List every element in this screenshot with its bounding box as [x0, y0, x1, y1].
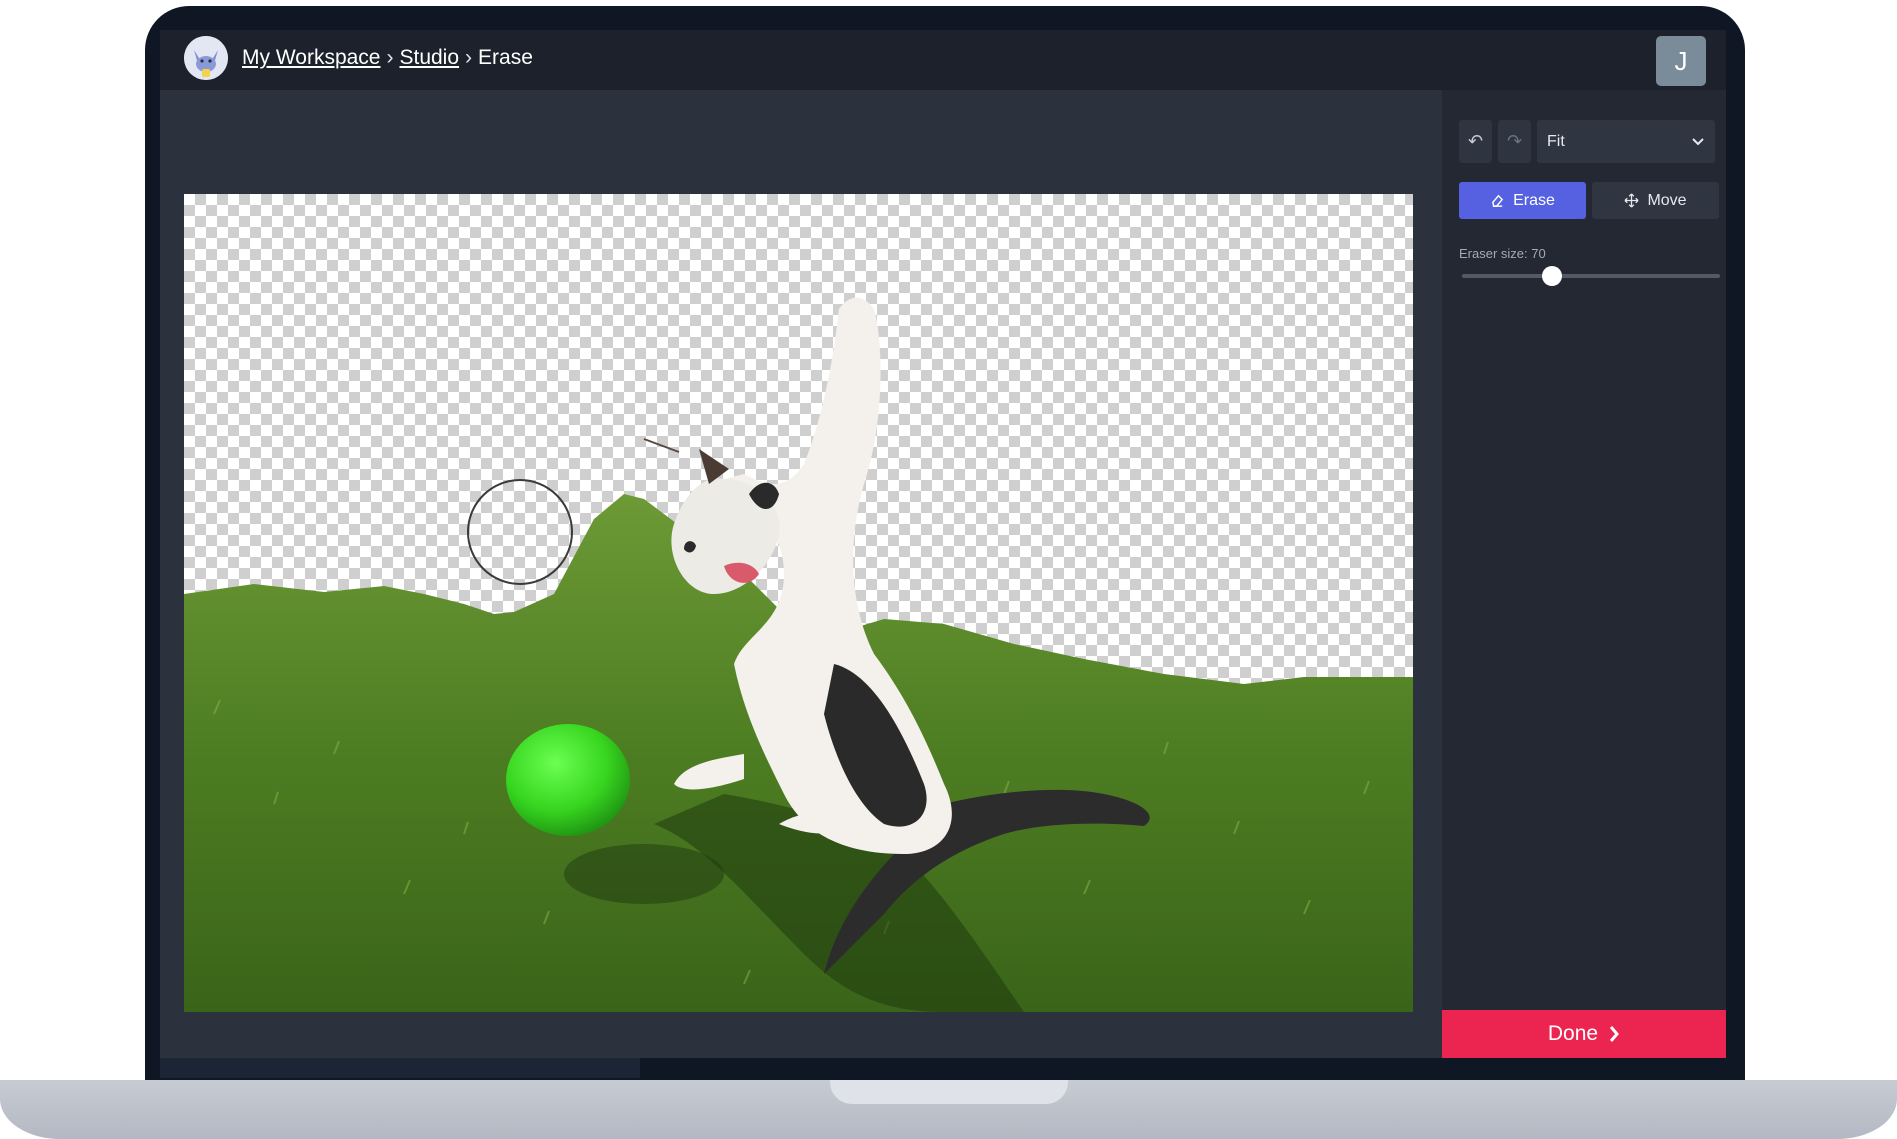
eraser-cursor [467, 479, 573, 585]
top-bar: My Workspace › Studio › Erase J [160, 30, 1726, 90]
mode-toggle: Erase Move [1459, 182, 1719, 219]
breadcrumb-separator: › [386, 46, 394, 69]
zoom-select-value: Fit [1547, 132, 1565, 150]
slider-track[interactable] [1462, 274, 1720, 278]
breadcrumb-separator: › [465, 46, 473, 69]
redo-button[interactable]: ↷ [1498, 120, 1531, 163]
breadcrumb-workspace-link[interactable]: My Workspace [242, 46, 380, 70]
undo-button[interactable]: ↶ [1459, 120, 1492, 163]
chevron-down-icon [1692, 137, 1704, 145]
green-ball [506, 724, 630, 836]
slider-thumb[interactable] [1542, 266, 1563, 286]
canvas-area [160, 90, 1442, 1058]
breadcrumb: My Workspace › Studio › Erase [242, 46, 533, 70]
app-screen: My Workspace › Studio › Erase J ↶ ↷ Fit … [160, 30, 1726, 1058]
toolbar-row: ↶ ↷ Fit [1459, 120, 1715, 163]
edited-image [184, 297, 1413, 1012]
tool-panel: ↶ ↷ Fit Erase Move Eraser size: 70 Done [1442, 90, 1726, 1058]
screen-strip [160, 1058, 640, 1078]
done-label: Done [1547, 1022, 1599, 1045]
erase-mode-button[interactable]: Erase [1459, 182, 1586, 219]
chevron-right-icon [1609, 1026, 1620, 1042]
image-canvas[interactable] [184, 194, 1413, 1012]
user-avatar[interactable]: J [1656, 36, 1706, 86]
cat-logo-icon[interactable] [184, 36, 228, 80]
move-icon [1624, 193, 1639, 208]
eraser-size-label: Eraser size: 70 [1459, 246, 1546, 261]
eraser-icon [1492, 194, 1504, 207]
undo-icon: ↶ [1467, 131, 1484, 151]
move-mode-button[interactable]: Move [1592, 182, 1719, 219]
breadcrumb-studio-link[interactable]: Studio [399, 46, 459, 70]
zoom-select[interactable]: Fit [1537, 120, 1715, 163]
redo-icon: ↷ [1506, 131, 1523, 151]
done-button[interactable]: Done [1442, 1010, 1726, 1058]
erase-mode-label: Erase [1513, 191, 1555, 209]
laptop-notch [830, 1080, 1068, 1104]
move-mode-label: Move [1647, 191, 1687, 209]
ball-shadow [564, 844, 724, 904]
eraser-size-slider[interactable] [1462, 266, 1720, 286]
breadcrumb-current: Erase [478, 46, 533, 69]
